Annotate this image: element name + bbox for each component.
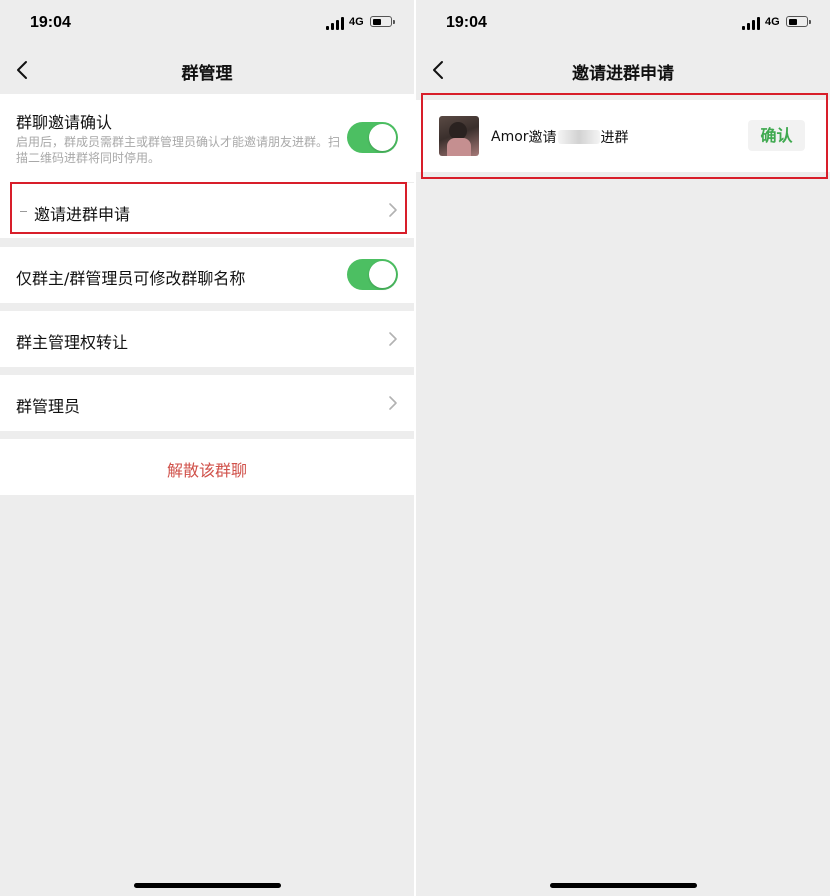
invite-confirm-description: 启用后，群成员需群主或群管理员确认才能邀请朋友进群。扫描二维码进群将同时停用。 [16, 135, 341, 165]
invite-confirm-cell: 群聊邀请确认 启用后，群成员需群主或群管理员确认才能邀请朋友进群。扫描二维码进群… [0, 94, 414, 182]
cellular-signal-icon [326, 17, 346, 30]
home-indicator[interactable] [550, 883, 697, 888]
invite-requests-cell[interactable]: 邀请进群申请 [0, 182, 414, 238]
rename-restrict-toggle[interactable] [347, 259, 398, 290]
nav-bar: 群管理 [0, 46, 414, 94]
home-indicator[interactable] [134, 883, 281, 888]
page-title: 邀请进群申请 [572, 64, 674, 84]
invite-verb: 邀请 [528, 130, 557, 146]
invitee-name-blurred [557, 130, 600, 144]
chevron-right-icon [388, 331, 398, 347]
invite-requests-screen: 19:04 4G 邀请进群申请 Amor 邀请 进群 确认 [416, 0, 830, 896]
status-bar: 19:04 4G [0, 0, 414, 46]
chevron-right-icon [388, 395, 398, 411]
battery-icon [786, 16, 811, 27]
chevron-right-icon [388, 202, 398, 218]
transfer-owner-label: 群主管理权转让 [16, 333, 129, 352]
dissolve-group-label: 解散该群聊 [166, 461, 247, 480]
status-time: 19:04 [446, 14, 487, 31]
invite-requests-label: 邀请进群申请 [34, 205, 131, 224]
confirm-button[interactable]: 确认 [748, 120, 805, 151]
transfer-owner-cell[interactable]: 群主管理权转让 [0, 311, 414, 367]
battery-icon [370, 16, 395, 27]
admins-cell[interactable]: 群管理员 [0, 375, 414, 431]
dash-mark [20, 211, 27, 212]
invite-confirm-toggle[interactable] [347, 122, 398, 153]
invite-suffix: 进群 [600, 130, 629, 146]
group-management-screen: 19:04 4G 群管理 群聊邀请确认 启用后，群成员需群主或群管理员确认才能邀… [0, 0, 414, 896]
invite-request-text: Amor 邀请 进群 [491, 127, 629, 147]
network-label: 4G [765, 16, 780, 28]
cellular-signal-icon [742, 17, 762, 30]
invite-confirm-label: 群聊邀请确认 [16, 113, 113, 132]
rename-restrict-cell: 仅群主/群管理员可修改群聊名称 [0, 247, 414, 303]
network-label: 4G [349, 16, 364, 28]
page-title: 群管理 [181, 64, 233, 84]
inviter-name: Amor [491, 129, 529, 145]
nav-bar: 邀请进群申请 [416, 46, 830, 94]
composite-screenshot: 19:04 4G 群管理 群聊邀请确认 启用后，群成员需群主或群管理员确认才能邀… [0, 0, 830, 896]
dissolve-group-button[interactable]: 解散该群聊 [0, 439, 414, 495]
cell-divider [16, 182, 414, 183]
status-time: 19:04 [30, 14, 71, 31]
rename-restrict-label: 仅群主/群管理员可修改群聊名称 [16, 269, 246, 288]
inviter-avatar[interactable] [439, 116, 479, 156]
admins-label: 群管理员 [16, 397, 81, 416]
status-bar: 19:04 4G [416, 0, 830, 46]
